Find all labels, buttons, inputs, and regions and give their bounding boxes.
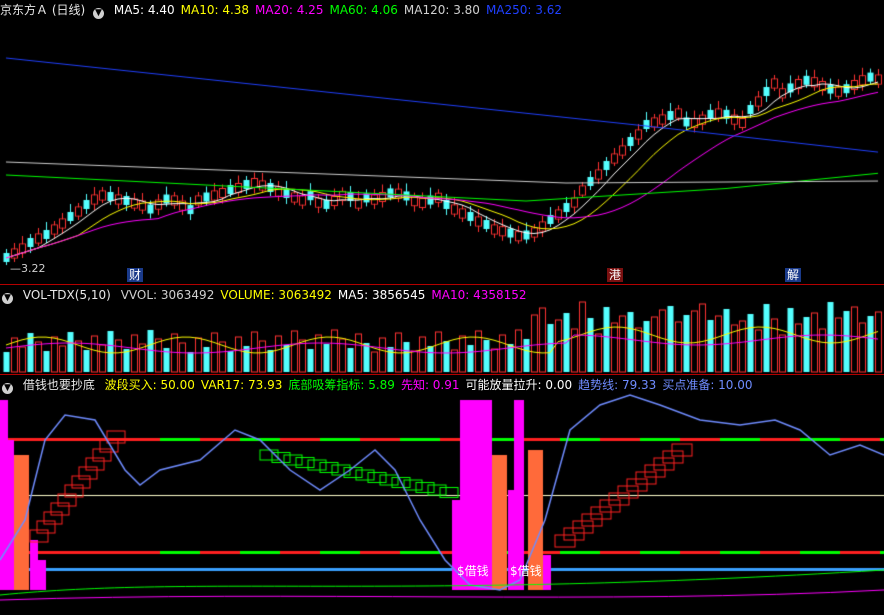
volume-indicator-list: VVOL: 3063492 VOLUME: 3063492 MA5: 3856545… — [121, 288, 533, 302]
ind-value: 买点准备: 10.00 — [662, 378, 753, 392]
indicator-value-list: 波段买入: 50.00 VAR17: 73.93 底部吸筹指标: 5.89 先知: 0… — [105, 378, 759, 392]
ind-value: 可能放量拉升: 0.00 — [465, 378, 573, 392]
ind-value: 先知: 0.91 — [400, 378, 460, 392]
signal-label: $借钱 — [510, 564, 542, 578]
ma-value: MA5: 4.40 — [113, 3, 175, 17]
vol-value: MA10: 4358152 — [431, 288, 527, 302]
ind-value: 趋势线: 79.33 — [578, 378, 657, 392]
ma-value: MA60: 4.06 — [329, 3, 398, 17]
ma-value: MA120: 3.80 — [403, 3, 480, 17]
volume-title[interactable]: VOL-TDX(5,10) — [23, 288, 111, 302]
stock-title[interactable]: 京东方Ａ (日线) — [0, 3, 85, 17]
settings-icon[interactable]: ▼ — [2, 293, 13, 304]
vol-value: VOLUME: 3063492 — [220, 288, 332, 302]
stock-chart-canvas[interactable] — [0, 0, 884, 615]
vol-value: MA5: 3856545 — [337, 288, 426, 302]
volume-panel-header: ▼ VOL-TDX(5,10) VVOL: 3063492 VOLUME: 306… — [0, 286, 539, 304]
panel-divider[interactable] — [0, 374, 884, 375]
ind-value: VAR17: 73.93 — [200, 378, 283, 392]
main-panel-header: 京东方Ａ (日线) ▼ MA5: 4.40 MA10: 4.38 MA20: 4.2… — [0, 1, 574, 19]
ma-value: MA250: 3.62 — [485, 3, 562, 17]
panel-divider[interactable] — [0, 284, 884, 285]
indicator-title[interactable]: 借钱也要抄底 — [23, 378, 95, 392]
event-marker-unlock[interactable]: 解 — [785, 268, 802, 282]
ma-value: MA10: 4.38 — [180, 3, 250, 17]
event-marker-hk[interactable]: 港 — [607, 268, 624, 282]
event-marker-finance[interactable]: 财 — [127, 268, 144, 282]
vol-value: VVOL: 3063492 — [120, 288, 215, 302]
settings-icon[interactable]: ▼ — [93, 8, 105, 19]
ma-value: MA20: 4.25 — [255, 3, 324, 17]
settings-icon[interactable]: ▼ — [2, 383, 13, 394]
ind-value: 波段买入: 50.00 — [104, 378, 195, 392]
indicator-panel-header: ▼ 借钱也要抄底 波段买入: 50.00 VAR17: 73.93 底部吸筹指标: … — [0, 376, 765, 394]
signal-label: $借钱 — [457, 564, 489, 578]
main-indicator-list: MA5: 4.40 MA10: 4.38 MA20: 4.25 MA60: 4.06 M… — [114, 3, 568, 17]
low-price-label: —3.22 — [10, 262, 46, 275]
ind-value: 底部吸筹指标: 5.89 — [288, 378, 395, 392]
